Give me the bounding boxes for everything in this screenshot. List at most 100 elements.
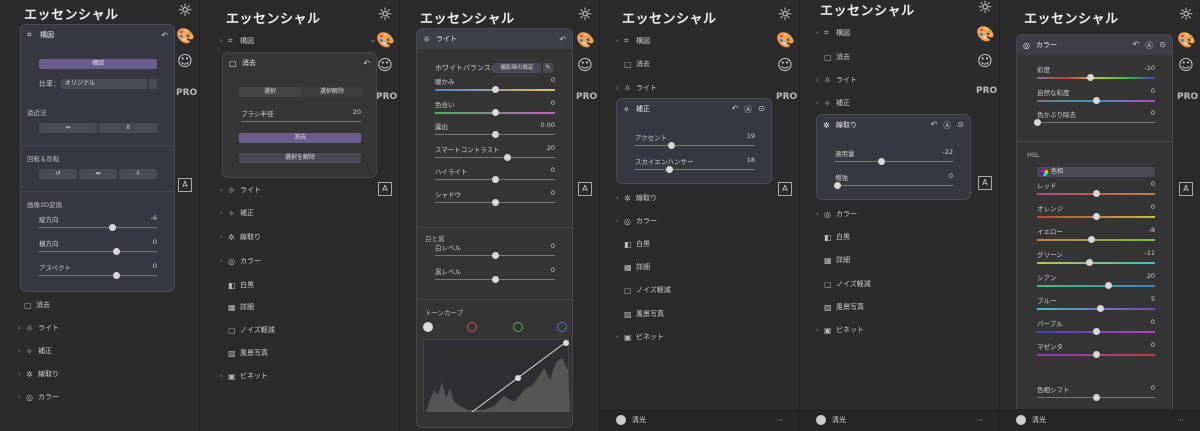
panel-header[interactable]: ☼ ライト ↶ xyxy=(417,29,572,49)
item-detail[interactable]: ▦ 詳細 xyxy=(228,302,254,312)
item-enhance[interactable]: › ✧ 補正 xyxy=(816,98,850,108)
undo-icon[interactable]: ↶ xyxy=(363,59,370,68)
item-landscape[interactable]: ▨ 風景写真 xyxy=(624,309,664,319)
item-composition[interactable]: › ⌗ 構図 xyxy=(616,36,650,46)
item-composition[interactable]: › ⌗ 構図 xyxy=(220,36,254,46)
item-color[interactable]: › ◎ カラー xyxy=(18,392,59,402)
item-noise[interactable]: ▢ ノイズ軽減 xyxy=(624,285,671,295)
slider-knob[interactable] xyxy=(834,182,842,189)
palette-icon[interactable]: 🎨 xyxy=(176,27,195,45)
item-light[interactable]: › ☼ ライト xyxy=(816,75,857,85)
item-detail[interactable]: ▦ 詳細 xyxy=(824,255,850,265)
slider-knob[interactable] xyxy=(492,176,499,183)
perspective-v-button[interactable]: ⇕ xyxy=(99,123,157,133)
more-icon[interactable]: ⋯ xyxy=(1177,416,1184,424)
slider-knob[interactable] xyxy=(112,248,120,255)
hsl-mode-select[interactable]: 色相 xyxy=(1037,167,1155,177)
essentials-sun-icon[interactable]: ☼ xyxy=(776,6,794,24)
slider[interactable]: マゼンタ 0 xyxy=(1037,341,1155,358)
item-enhance[interactable]: › ✧ 補正 xyxy=(18,346,52,356)
slider-knob[interactable] xyxy=(492,276,499,283)
item-light[interactable]: › ☼ ライト xyxy=(616,83,657,93)
item-bw[interactable]: ◧ 白黒 xyxy=(228,280,254,290)
accent-slider[interactable]: アクセント 19 xyxy=(635,132,755,149)
item-erase[interactable]: ▢ 消去 xyxy=(24,300,50,310)
panel-header[interactable]: ⌗ 構図 ↶ xyxy=(21,25,174,45)
crop-button[interactable]: 構図 xyxy=(39,59,157,69)
item-color[interactable]: › ◎ カラー xyxy=(616,216,657,226)
slider[interactable]: シアン 20 xyxy=(1037,272,1155,289)
slider-knob[interactable] xyxy=(665,166,673,173)
slider[interactable]: スマートコントラスト 20 xyxy=(435,144,555,161)
avatar[interactable] xyxy=(616,415,626,425)
a-box-icon[interactable]: A xyxy=(378,182,392,196)
slider[interactable]: 暖かみ 0 xyxy=(435,76,555,93)
item-vignette[interactable]: › ▣ ビネット xyxy=(220,371,268,381)
flip-h-button[interactable]: ⇹ xyxy=(79,169,117,179)
toggle-icon[interactable]: ⊙ xyxy=(957,120,964,131)
auto-icon[interactable]: Ⓐ xyxy=(1145,40,1153,51)
undo-icon[interactable]: ↶ xyxy=(161,31,168,40)
slider-knob[interactable] xyxy=(492,252,499,259)
item-structure[interactable]: › ✲ 線取り xyxy=(616,193,657,203)
curve-blue-channel[interactable] xyxy=(557,322,567,332)
item-bw[interactable]: ◧ 白黒 xyxy=(624,239,650,249)
panel-header[interactable]: ◎ カラー ↶ Ⓐ ⊙ xyxy=(1017,35,1172,55)
pro-icon[interactable]: PRO xyxy=(1177,88,1198,106)
slider-knob[interactable] xyxy=(1093,190,1100,197)
smile-icon[interactable]: ☺ xyxy=(976,52,994,70)
horizontal-slider[interactable]: 横方向 0 xyxy=(39,238,157,255)
tone-curve-graph[interactable] xyxy=(423,339,570,413)
essentials-sun-icon[interactable]: ☼ xyxy=(376,6,394,24)
item-bw[interactable]: ◧ 白黒 xyxy=(824,232,850,242)
a-box-icon[interactable]: A xyxy=(1179,182,1193,196)
item-landscape[interactable]: ▨ 風景写真 xyxy=(824,302,864,312)
slider-knob[interactable] xyxy=(492,198,499,206)
pro-icon[interactable]: PRO xyxy=(976,82,997,100)
eyedropper-icon[interactable]: ✎ xyxy=(543,63,553,73)
essentials-sun-icon[interactable]: ☼ xyxy=(176,2,194,20)
slider[interactable]: オレンジ 0 xyxy=(1037,203,1155,220)
perspective-h-button[interactable]: ⇔ xyxy=(39,123,97,133)
pro-icon[interactable]: PRO xyxy=(176,84,197,102)
undo-icon[interactable]: ↶ xyxy=(1133,40,1140,51)
ratio-select[interactable]: オリジナル xyxy=(61,79,147,89)
panel-header[interactable]: ✲ 線取り ↶ Ⓐ ⊙ xyxy=(817,115,970,135)
panel-header[interactable]: ▢ 消去 ↶ xyxy=(223,53,376,73)
slider[interactable]: 彩度 -10 xyxy=(1037,64,1155,81)
smile-icon[interactable]: ☺ xyxy=(176,52,194,70)
item-color[interactable]: › ◎ カラー xyxy=(220,256,261,266)
flip-v-button[interactable]: ⇳ xyxy=(119,169,157,179)
pro-icon[interactable]: PRO xyxy=(376,88,397,106)
panel-header[interactable]: ✧ 補正 ↶ Ⓐ ⊙ xyxy=(617,99,771,119)
unselect-tab[interactable]: 選択解除 xyxy=(301,87,363,97)
more-icon[interactable]: ⋯ xyxy=(976,416,983,424)
more-icon[interactable]: ⋯ xyxy=(776,416,783,424)
pro-icon[interactable]: PRO xyxy=(776,88,797,106)
item-structure[interactable]: › ✲ 線取り xyxy=(18,369,59,379)
slider-knob[interactable] xyxy=(492,86,499,93)
auto-icon[interactable]: Ⓐ xyxy=(744,104,752,115)
slider[interactable]: イエロー -8 xyxy=(1037,226,1155,243)
amount-slider[interactable]: 適用量 -22 xyxy=(835,148,953,165)
item-noise[interactable]: ▢ ノイズ軽減 xyxy=(228,325,275,335)
auto-icon[interactable]: Ⓐ xyxy=(943,120,951,131)
slider[interactable]: レッド 0 xyxy=(1037,180,1155,197)
slider-knob[interactable] xyxy=(109,224,117,231)
select-tab[interactable]: 選択 xyxy=(239,87,301,97)
avatar[interactable] xyxy=(1016,415,1026,425)
boost-slider[interactable]: 増強 0 xyxy=(834,172,953,189)
slider-knob[interactable] xyxy=(492,108,499,116)
slider[interactable]: 色合い 0 xyxy=(435,99,555,116)
item-light[interactable]: › ☼ ライト xyxy=(220,185,261,195)
slider-knob[interactable] xyxy=(504,153,511,161)
item-noise[interactable]: ▢ ノイズ軽減 xyxy=(824,279,871,289)
curve-point[interactable] xyxy=(515,375,521,381)
clear-selection-button[interactable]: 選択を解除 xyxy=(239,153,361,163)
slider-knob[interactable] xyxy=(1093,351,1100,358)
slider[interactable]: 自然な彩度 0 xyxy=(1037,87,1155,104)
avatar[interactable] xyxy=(816,415,826,425)
undo-icon[interactable]: ↶ xyxy=(732,104,739,115)
item-landscape[interactable]: ▨ 風景写真 xyxy=(228,348,268,358)
slider[interactable]: ブルー 5 xyxy=(1037,295,1155,312)
